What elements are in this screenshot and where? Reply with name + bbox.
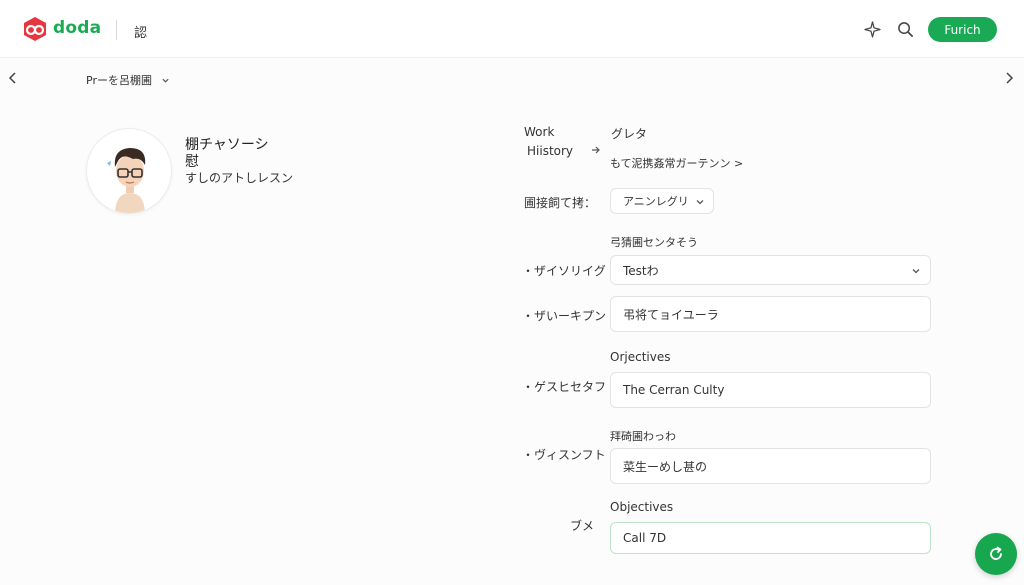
select1-label: 圃接飼て拷： [524, 196, 597, 210]
refresh-fab-button[interactable] [975, 533, 1017, 575]
breadcrumb-select[interactable]: Prーを呂棚圃 [86, 72, 170, 88]
field3-label: ・ゲスヒセタフト [522, 380, 619, 394]
profile-name: 棚チャソーシ 慰 [185, 137, 269, 170]
select1-dropdown[interactable]: アニンレグリ [610, 188, 714, 214]
field2-value: 弔将てョイユーラ [623, 307, 719, 322]
select1-value: アニンレグリ [623, 195, 689, 208]
doda-logo-icon[interactable] [22, 16, 48, 42]
section1-heading: 弓猜圃センタそう [610, 236, 698, 249]
profile-subtitle: すしのアトしレスン [185, 171, 294, 185]
forward-arrow-icon[interactable] [1002, 71, 1016, 85]
header-nav-item[interactable]: 認 [134, 22, 147, 41]
field1-select[interactable]: Testわ [610, 255, 931, 285]
work-history-label-line2: Hiistory [527, 144, 574, 158]
field3-value: The Cerran Culty [623, 383, 725, 397]
breadcrumb-label: Prーを呂棚圃 [86, 74, 152, 87]
back-arrow-icon[interactable] [6, 71, 20, 85]
section4-heading: Objectives [610, 500, 674, 514]
work-history-label-line1: Work [524, 125, 555, 139]
field1-label: ・ザイソリイグ [522, 264, 606, 278]
sparkle-icon[interactable] [862, 19, 882, 39]
primary-action-button[interactable]: Furich [928, 17, 997, 42]
avatar [86, 128, 172, 214]
field5-input[interactable]: Call 7D [610, 522, 931, 554]
section2-heading: Orjectives [610, 350, 671, 364]
header-divider [116, 20, 117, 40]
work-history-value: グレタ [611, 127, 648, 141]
section3-heading: 拜碕圃わっわ [610, 430, 676, 443]
arrow-right-icon [592, 146, 600, 154]
field2-label: ・ザいーキプン [522, 309, 607, 323]
chevron-down-icon [696, 200, 704, 205]
search-icon[interactable] [895, 19, 915, 39]
brand-name[interactable]: doda [53, 18, 101, 38]
field4-label: ・ヴィスンフト [522, 448, 606, 462]
field3-input[interactable]: The Cerran Culty [610, 372, 931, 408]
refresh-icon [990, 546, 1002, 560]
field5-label: ブメ [570, 519, 595, 533]
chevron-down-icon [912, 269, 920, 274]
field1-value: Testわ [623, 263, 659, 278]
field4-value: 菜生ーめし甚の [623, 459, 708, 474]
field4-input[interactable]: 菜生ーめし甚の [610, 448, 931, 484]
field5-value: Call 7D [623, 531, 667, 545]
work-history-detail-link[interactable]: もて泥携姦常ガーテンン > [610, 155, 743, 171]
chevron-down-icon [162, 78, 169, 83]
avatar-illustration [107, 148, 146, 213]
top-header: doda 認 Furich [0, 0, 1024, 58]
field2-input[interactable]: 弔将てョイユーラ [610, 296, 931, 332]
